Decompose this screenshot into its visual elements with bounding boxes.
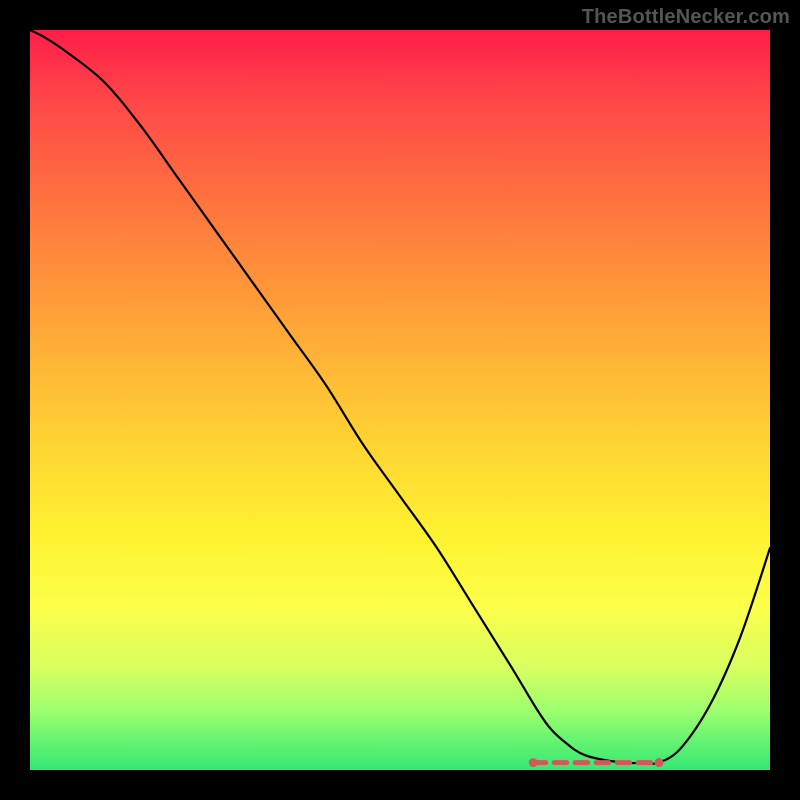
chart-frame: TheBottleNecker.com <box>0 0 800 800</box>
bottleneck-curve <box>30 30 770 764</box>
curve-svg <box>30 30 770 770</box>
plot-area <box>30 30 770 770</box>
watermark-text: TheBottleNecker.com <box>582 6 790 29</box>
optimal-range-endpoint <box>655 758 664 767</box>
